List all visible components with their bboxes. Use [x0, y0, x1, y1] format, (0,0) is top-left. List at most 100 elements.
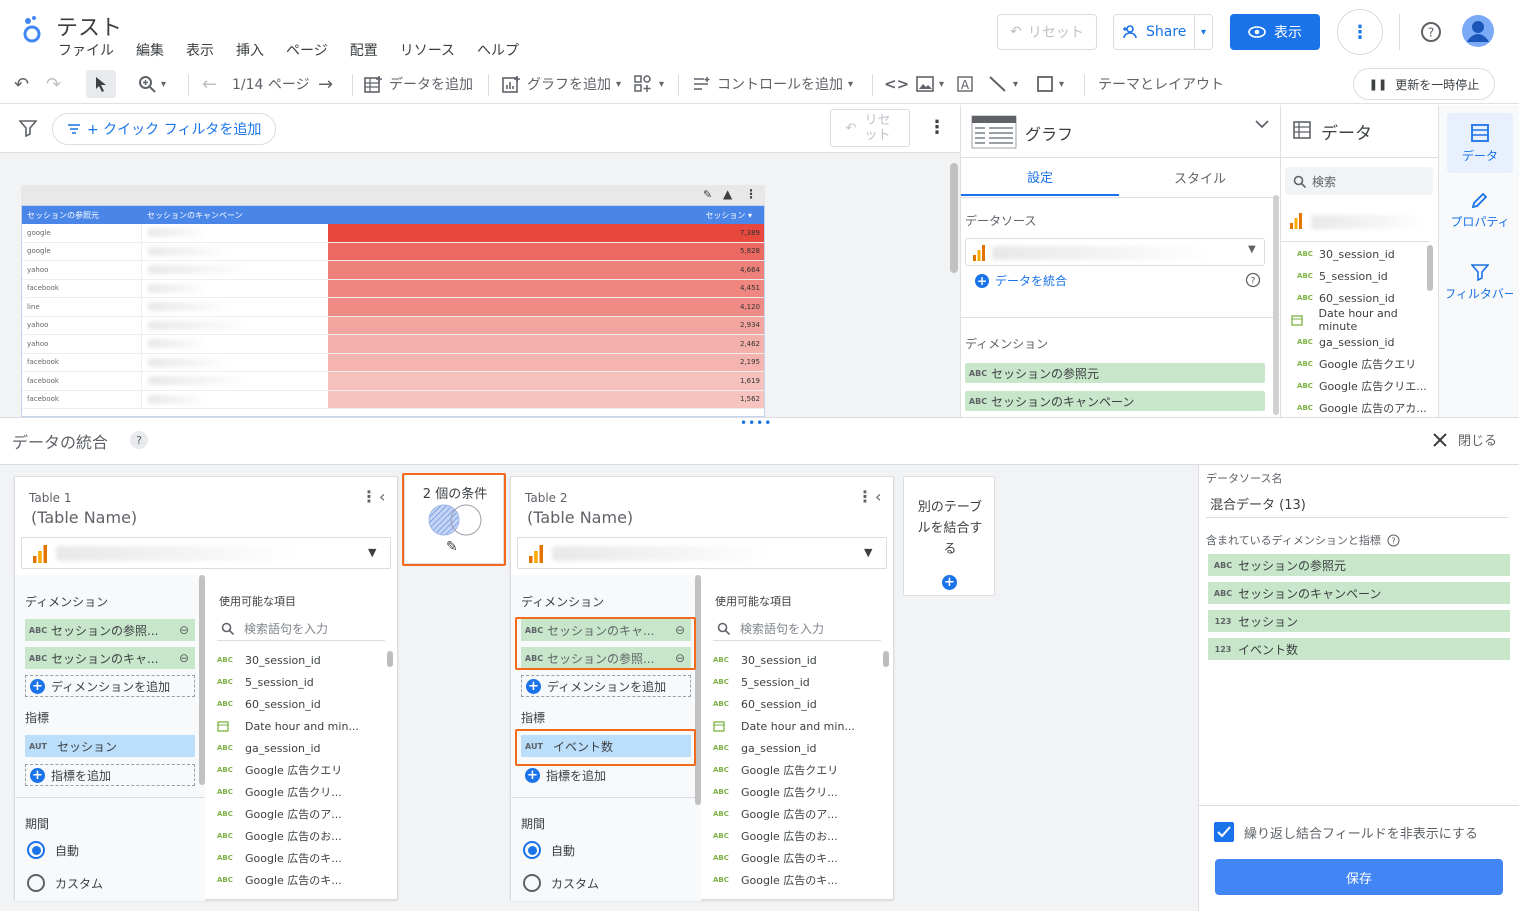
data-field[interactable]: ABC ga_session_id — [1291, 331, 1394, 353]
included-field-chip[interactable]: ABC セッションのキャンペーン — [1208, 582, 1510, 604]
pause-update-button[interactable]: ❚❚ 更新を一時停止 — [1353, 68, 1495, 100]
menu-help[interactable]: ヘルプ — [477, 40, 519, 60]
available-field[interactable]: ABC Google 広告のア... — [217, 803, 342, 825]
select-pointer-icon[interactable] — [86, 70, 116, 98]
menu-resource[interactable]: リソース — [400, 40, 455, 60]
share-button[interactable]: Share ▾ — [1113, 14, 1213, 50]
available-field[interactable]: ABC 60_session_id — [217, 693, 321, 715]
data-field[interactable]: ABC Google 広告クリエ... — [1291, 375, 1427, 397]
menu-view[interactable]: 表示 — [186, 40, 214, 60]
tab-style[interactable]: スタイル — [1121, 158, 1279, 196]
reset-button[interactable]: ↶ リセット — [997, 14, 1097, 50]
available-field[interactable]: ABC Google 広告クリ... — [713, 781, 838, 803]
looker-studio-logo-icon[interactable] — [20, 14, 44, 46]
table-row[interactable]: line 4,120 — [22, 298, 764, 317]
included-field-chip[interactable]: ABC セッションの参照元 — [1208, 554, 1510, 576]
available-field[interactable]: ABC Google 広告のア... — [713, 803, 838, 825]
prev-page-icon[interactable]: ← — [202, 64, 217, 104]
menu-page[interactable]: ページ — [286, 40, 328, 60]
list-scrollbar[interactable] — [883, 651, 889, 667]
close-button[interactable]: 閉じる — [1432, 430, 1497, 449]
available-field[interactable]: ABC Google 広告のキ... — [217, 869, 342, 891]
quick-filter-button[interactable]: + クイック フィルタを追加 — [52, 113, 276, 145]
tab-setup[interactable]: 設定 — [961, 158, 1119, 196]
data-search-input[interactable]: 検索 — [1285, 167, 1433, 195]
collapse-icon[interactable]: ‹ — [875, 487, 881, 506]
more-vert-icon[interactable]: ⋮ — [857, 487, 873, 506]
report-title[interactable]: テスト — [56, 10, 122, 42]
dimension-chip[interactable]: ABC セッションの参照元 — [965, 363, 1265, 383]
data-field[interactable]: ABC 30_session_id — [1291, 243, 1395, 265]
avatar[interactable] — [1462, 15, 1494, 47]
filter-icon[interactable] — [19, 119, 37, 137]
period-custom-radio[interactable]: カスタム — [27, 874, 103, 892]
available-field[interactable]: ABC Google 広告クエリ — [713, 759, 838, 781]
table-row[interactable]: facebook 4,451 — [22, 279, 764, 298]
report-table[interactable]: セッションの参照元 セッションのキャンペーン セッション ▾ google 7,3… — [21, 205, 765, 417]
table-row[interactable]: facebook 2,195 — [22, 353, 764, 372]
more-vert-icon[interactable]: ⋮ — [745, 187, 757, 201]
help-icon[interactable]: ? — [130, 431, 148, 449]
help-icon[interactable]: ? — [1245, 272, 1261, 288]
add-dimension-button[interactable]: + ディメンションを追加 — [25, 675, 195, 697]
menu-arrange[interactable]: 配置 — [350, 40, 378, 60]
zoom-icon[interactable]: ▾ — [138, 64, 166, 104]
collapse-icon[interactable]: ‹ — [379, 487, 385, 506]
panel-scrollbar[interactable] — [1273, 195, 1279, 415]
embed-code-icon[interactable]: <> — [884, 64, 909, 104]
canvas-scrollbar[interactable] — [950, 163, 958, 273]
table-col-header[interactable]: セッションの参照元 — [22, 210, 142, 221]
dimension-chip[interactable]: ABC セッションの参照... ⊖ — [25, 619, 195, 641]
table-col-header[interactable]: セッション ▾ — [562, 210, 756, 221]
warning-icon[interactable]: ▲ — [723, 187, 732, 201]
add-chart-button[interactable]: グラフを追加 ▾ — [502, 64, 621, 104]
add-dimension-button[interactable]: + ディメンションを追加 — [521, 675, 691, 697]
rail-properties-button[interactable]: プロパティ — [1447, 191, 1513, 241]
shape-icon[interactable]: ▾ — [1036, 64, 1064, 104]
help-icon[interactable]: ? — [1420, 21, 1442, 43]
list-scrollbar[interactable] — [387, 651, 393, 667]
menu-insert[interactable]: 挿入 — [236, 40, 264, 60]
available-field[interactable]: ABC 5_session_id — [713, 671, 810, 693]
available-field[interactable]: ABC 30_session_id — [713, 649, 817, 671]
table-name[interactable]: (Table Name) — [527, 508, 633, 527]
hide-repeat-checkbox[interactable]: 繰り返し結合フィールドを非表示にする — [1214, 822, 1478, 842]
drag-handle-icon[interactable]: •••• — [740, 416, 772, 430]
available-field[interactable]: Date hour and min... — [217, 715, 359, 737]
period-auto-radio[interactable]: 自動 — [523, 841, 575, 859]
available-field[interactable]: ABC ga_session_id — [217, 737, 320, 759]
undo-icon[interactable]: ↶ — [14, 64, 29, 104]
table-row[interactable]: google 7,389 — [22, 224, 764, 243]
data-field[interactable]: ABC Google 広告クエリ — [1291, 353, 1416, 375]
available-field[interactable]: Date hour and min... — [713, 715, 855, 737]
datasource-select[interactable]: ▼ — [965, 238, 1265, 266]
available-field[interactable]: ABC Google 広告のお... — [217, 825, 342, 847]
included-field-chip[interactable]: 123 セッション — [1208, 610, 1510, 632]
save-button[interactable]: 保存 — [1215, 859, 1503, 895]
share-dropdown-icon[interactable]: ▾ — [1194, 15, 1212, 49]
line-icon[interactable]: ▾ — [988, 64, 1018, 104]
chevron-down-icon[interactable] — [1255, 119, 1269, 129]
field-search-input[interactable]: 検索語句を入力 — [713, 617, 881, 641]
field-search-input[interactable]: 検索語句を入力 — [217, 617, 385, 641]
chart-type-label[interactable]: グラフ — [1025, 121, 1073, 145]
rail-data-button[interactable]: データ — [1447, 113, 1513, 173]
data-field[interactable]: Date hour and minute — [1291, 307, 1438, 333]
table-col-header[interactable]: セッションのキャンペーン — [142, 210, 562, 221]
next-page-icon[interactable]: → — [318, 64, 333, 104]
table-row[interactable]: yahoo 2,934 — [22, 316, 764, 335]
source-name-input[interactable]: 混合データ (13) — [1206, 490, 1508, 518]
theme-layout-button[interactable]: テーマとレイアウト — [1098, 64, 1224, 104]
period-custom-radio[interactable]: カスタム — [523, 874, 599, 892]
available-field[interactable]: ABC Google 広告のお... — [713, 825, 838, 847]
table-row[interactable]: yahoo 2,462 — [22, 335, 764, 354]
data-panel-scrollbar[interactable] — [1427, 245, 1433, 291]
period-auto-radio[interactable]: 自動 — [27, 841, 79, 859]
community-viz-icon[interactable]: ▾ — [634, 64, 664, 104]
table-row[interactable]: facebook 1,562 — [22, 390, 764, 409]
text-box-icon[interactable]: A — [956, 64, 974, 104]
available-field[interactable]: ABC ga_session_id — [713, 737, 816, 759]
available-field[interactable]: ABC Google 広告クエリ — [217, 759, 342, 781]
data-field[interactable]: ABC Google 広告のアカ... — [1291, 397, 1427, 419]
dimension-chip[interactable]: ABC セッションのキャンペーン — [965, 391, 1265, 411]
